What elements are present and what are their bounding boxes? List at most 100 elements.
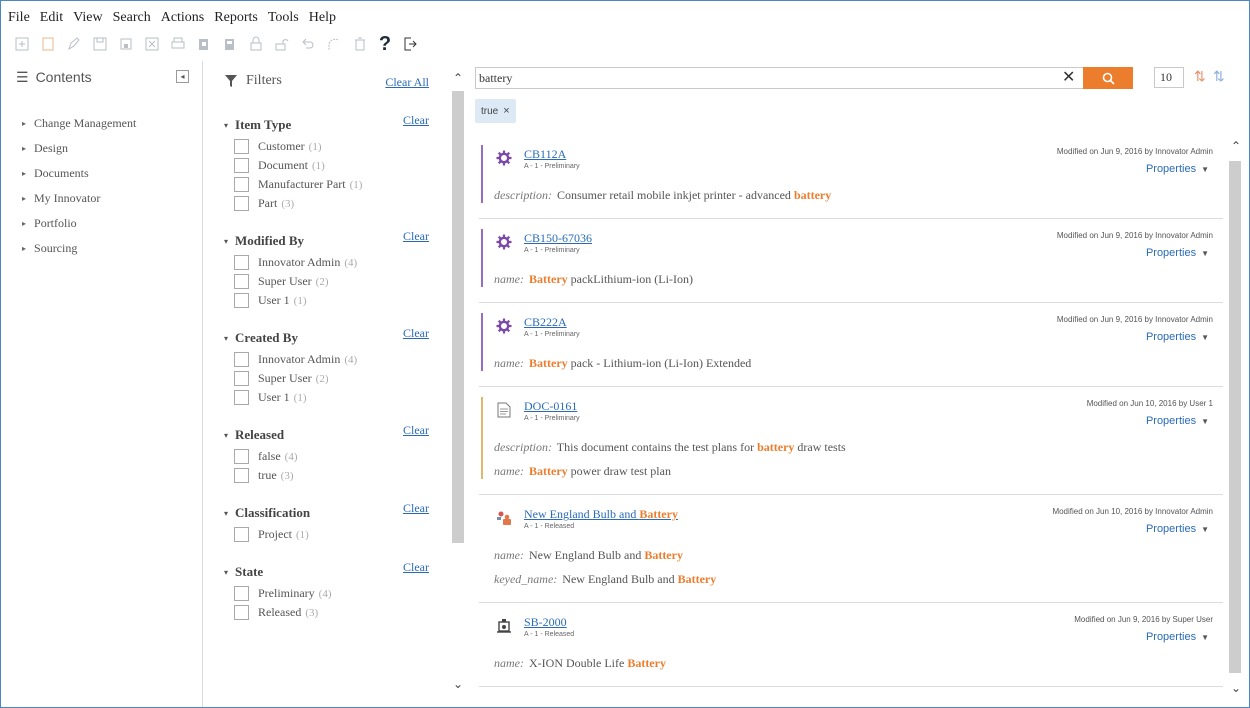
clear-filter-link[interactable]: Clear xyxy=(403,229,429,244)
filter-option[interactable]: Super User (2) xyxy=(224,369,448,388)
clear-all-link[interactable]: Clear All xyxy=(385,75,429,90)
delete-icon[interactable] xyxy=(143,35,161,53)
tree-item-design[interactable]: ▸ Design xyxy=(22,136,202,161)
filter-option[interactable]: User 1 (1) xyxy=(224,388,448,407)
result-card[interactable]: CB222A A - 1 - Preliminary Modified on Jun… xyxy=(479,303,1223,387)
filter-option[interactable]: false (4) xyxy=(224,447,448,466)
filter-option[interactable]: Customer (1) xyxy=(224,137,448,156)
expand-caret-icon[interactable]: ▸ xyxy=(22,169,26,178)
menu-file[interactable]: File xyxy=(8,7,30,29)
filter-checkbox[interactable] xyxy=(234,158,249,173)
result-name-link[interactable]: CB222A xyxy=(524,315,567,330)
redo-icon[interactable] xyxy=(325,35,343,53)
result-card[interactable]: CB112A A - 1 - Preliminary Modified on Jun… xyxy=(479,135,1223,219)
filter-option[interactable]: Super User (2) xyxy=(224,272,448,291)
save-icon[interactable] xyxy=(91,35,109,53)
collapse-panel-icon[interactable]: ◂ xyxy=(176,70,189,83)
result-card[interactable]: New England Bulb and Battery A - 1 - Rele… xyxy=(479,495,1223,603)
menu-reports[interactable]: Reports xyxy=(214,7,258,29)
filter-checkbox[interactable] xyxy=(234,449,249,464)
copy-icon[interactable] xyxy=(195,35,213,53)
properties-dropdown[interactable]: Properties ▼ xyxy=(1146,415,1209,427)
expand-caret-icon[interactable]: ▸ xyxy=(22,244,26,253)
filter-option[interactable]: Innovator Admin (4) xyxy=(224,253,448,272)
properties-dropdown[interactable]: Properties ▼ xyxy=(1146,523,1209,535)
filter-checkbox[interactable] xyxy=(234,605,249,620)
expand-caret-icon[interactable]: ▸ xyxy=(22,144,26,153)
result-name-link[interactable]: New England Bulb and Battery xyxy=(524,507,678,522)
scroll-down-icon[interactable]: ⌄ xyxy=(1231,681,1241,695)
filter-option[interactable]: Innovator Admin (4) xyxy=(224,350,448,369)
open-icon[interactable] xyxy=(39,35,57,53)
paste-icon[interactable] xyxy=(221,35,239,53)
collapse-caret-icon[interactable]: ▾ xyxy=(224,237,228,246)
result-card[interactable] xyxy=(479,687,1223,707)
scrollbar-thumb[interactable] xyxy=(452,91,464,543)
remove-chip-icon[interactable]: × xyxy=(503,105,509,117)
filter-option[interactable]: Document (1) xyxy=(224,156,448,175)
collapse-caret-icon[interactable]: ▾ xyxy=(224,121,228,130)
filter-checkbox[interactable] xyxy=(234,390,249,405)
unlock-icon[interactable] xyxy=(273,35,291,53)
expand-caret-icon[interactable]: ▸ xyxy=(22,194,26,203)
scroll-down-icon[interactable]: ⌄ xyxy=(453,677,463,691)
filter-option[interactable]: true (3) xyxy=(224,466,448,485)
edit-icon[interactable] xyxy=(65,35,83,53)
undo-icon[interactable] xyxy=(299,35,317,53)
menu-edit[interactable]: Edit xyxy=(40,7,63,29)
help-icon[interactable]: ? xyxy=(377,33,393,55)
clear-filter-link[interactable]: Clear xyxy=(403,501,429,516)
print-icon[interactable] xyxy=(169,35,187,53)
result-name-link[interactable]: CB150-67036 xyxy=(524,231,592,246)
filter-option[interactable]: Released (3) xyxy=(224,603,448,622)
filter-option[interactable]: User 1 (1) xyxy=(224,291,448,310)
tree-item-my-innovator[interactable]: ▸ My Innovator xyxy=(22,186,202,211)
search-button[interactable] xyxy=(1083,67,1133,89)
expand-caret-icon[interactable]: ▸ xyxy=(22,119,26,128)
tree-item-change-management[interactable]: ▸ Change Management xyxy=(22,111,202,136)
filter-checkbox[interactable] xyxy=(234,255,249,270)
menu-help[interactable]: Help xyxy=(309,7,336,29)
collapse-caret-icon[interactable]: ▾ xyxy=(224,431,228,440)
menu-tools[interactable]: Tools xyxy=(268,7,299,29)
filter-checkbox[interactable] xyxy=(234,293,249,308)
save-close-icon[interactable] xyxy=(117,35,135,53)
tree-item-documents[interactable]: ▸ Documents xyxy=(22,161,202,186)
scroll-up-icon[interactable]: ⌃ xyxy=(453,71,463,85)
filter-checkbox[interactable] xyxy=(234,196,249,211)
sort-ascending-icon[interactable]: ⇅ xyxy=(1213,68,1225,85)
properties-dropdown[interactable]: Properties ▼ xyxy=(1146,631,1209,643)
expand-caret-icon[interactable]: ▸ xyxy=(22,219,26,228)
result-card[interactable]: DOC-0161 A - 1 - Preliminary Modified on J… xyxy=(479,387,1223,495)
clear-filter-link[interactable]: Clear xyxy=(403,326,429,341)
clear-filter-link[interactable]: Clear xyxy=(403,560,429,575)
result-name-link[interactable]: SB-2000 xyxy=(524,615,567,630)
menu-actions[interactable]: Actions xyxy=(161,7,205,29)
lock-icon[interactable] xyxy=(247,35,265,53)
filter-option[interactable]: Project (1) xyxy=(224,525,448,544)
properties-dropdown[interactable]: Properties ▼ xyxy=(1146,247,1209,259)
filter-checkbox[interactable] xyxy=(234,527,249,542)
result-name-link[interactable]: DOC-0161 xyxy=(524,399,577,414)
new-icon[interactable] xyxy=(13,35,31,53)
clear-filter-link[interactable]: Clear xyxy=(403,423,429,438)
purge-icon[interactable] xyxy=(351,35,369,53)
search-input[interactable] xyxy=(476,68,1056,88)
sort-descending-icon[interactable]: ⇅ xyxy=(1194,68,1206,85)
results-scrollbar[interactable]: ⌃ ⌄ xyxy=(1223,135,1247,707)
active-filter-chip[interactable]: true × xyxy=(475,99,516,123)
clear-search-icon[interactable]: ✕ xyxy=(1062,69,1075,87)
filter-checkbox[interactable] xyxy=(234,468,249,483)
hamburger-icon[interactable]: ☰ xyxy=(16,69,29,86)
result-card[interactable]: CB150-67036 A - 1 - Preliminary Modified o… xyxy=(479,219,1223,303)
properties-dropdown[interactable]: Properties ▼ xyxy=(1146,163,1209,175)
result-name-link[interactable]: CB112A xyxy=(524,147,566,162)
tree-item-sourcing[interactable]: ▸ Sourcing xyxy=(22,236,202,261)
menu-view[interactable]: View xyxy=(73,7,102,29)
properties-dropdown[interactable]: Properties ▼ xyxy=(1146,331,1209,343)
exit-icon[interactable] xyxy=(401,35,419,53)
filter-option[interactable]: Preliminary (4) xyxy=(224,584,448,603)
result-card[interactable]: SB-2000 A - 1 - Released Modified on Jun 9… xyxy=(479,603,1223,687)
filter-option[interactable]: Part (3) xyxy=(224,194,448,213)
scrollbar-thumb[interactable] xyxy=(1229,161,1241,673)
